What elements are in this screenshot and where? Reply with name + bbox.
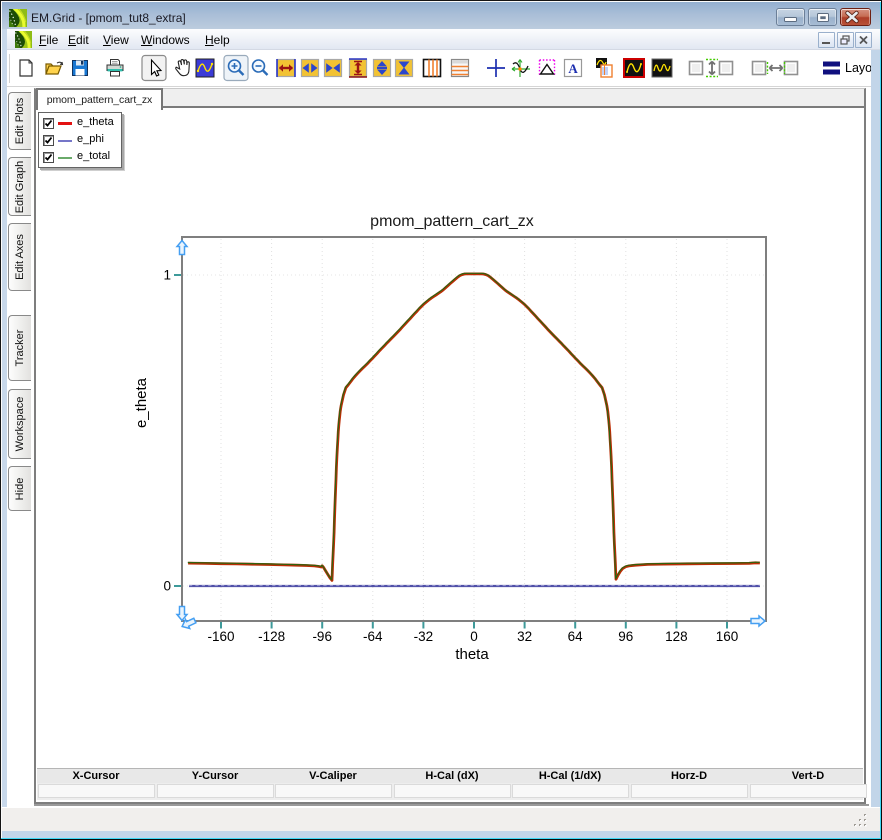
svg-text:-160: -160 [207, 629, 234, 644]
svg-text:-32: -32 [414, 629, 434, 644]
svg-text:-96: -96 [312, 629, 332, 644]
svg-text:e_theta: e_theta [133, 377, 150, 428]
svg-text:1: 1 [163, 268, 171, 283]
svg-text:128: 128 [665, 629, 688, 644]
svg-text:-128: -128 [258, 629, 285, 644]
svg-text:pmom_pattern_cart_zx: pmom_pattern_cart_zx [370, 213, 534, 230]
svg-text:64: 64 [568, 629, 584, 644]
svg-text:-64: -64 [363, 629, 383, 644]
svg-text:96: 96 [618, 629, 633, 644]
svg-text:0: 0 [470, 629, 478, 644]
svg-text:0: 0 [163, 579, 171, 594]
svg-text:32: 32 [517, 629, 532, 644]
svg-text:160: 160 [716, 629, 739, 644]
svg-text:theta: theta [455, 646, 489, 663]
